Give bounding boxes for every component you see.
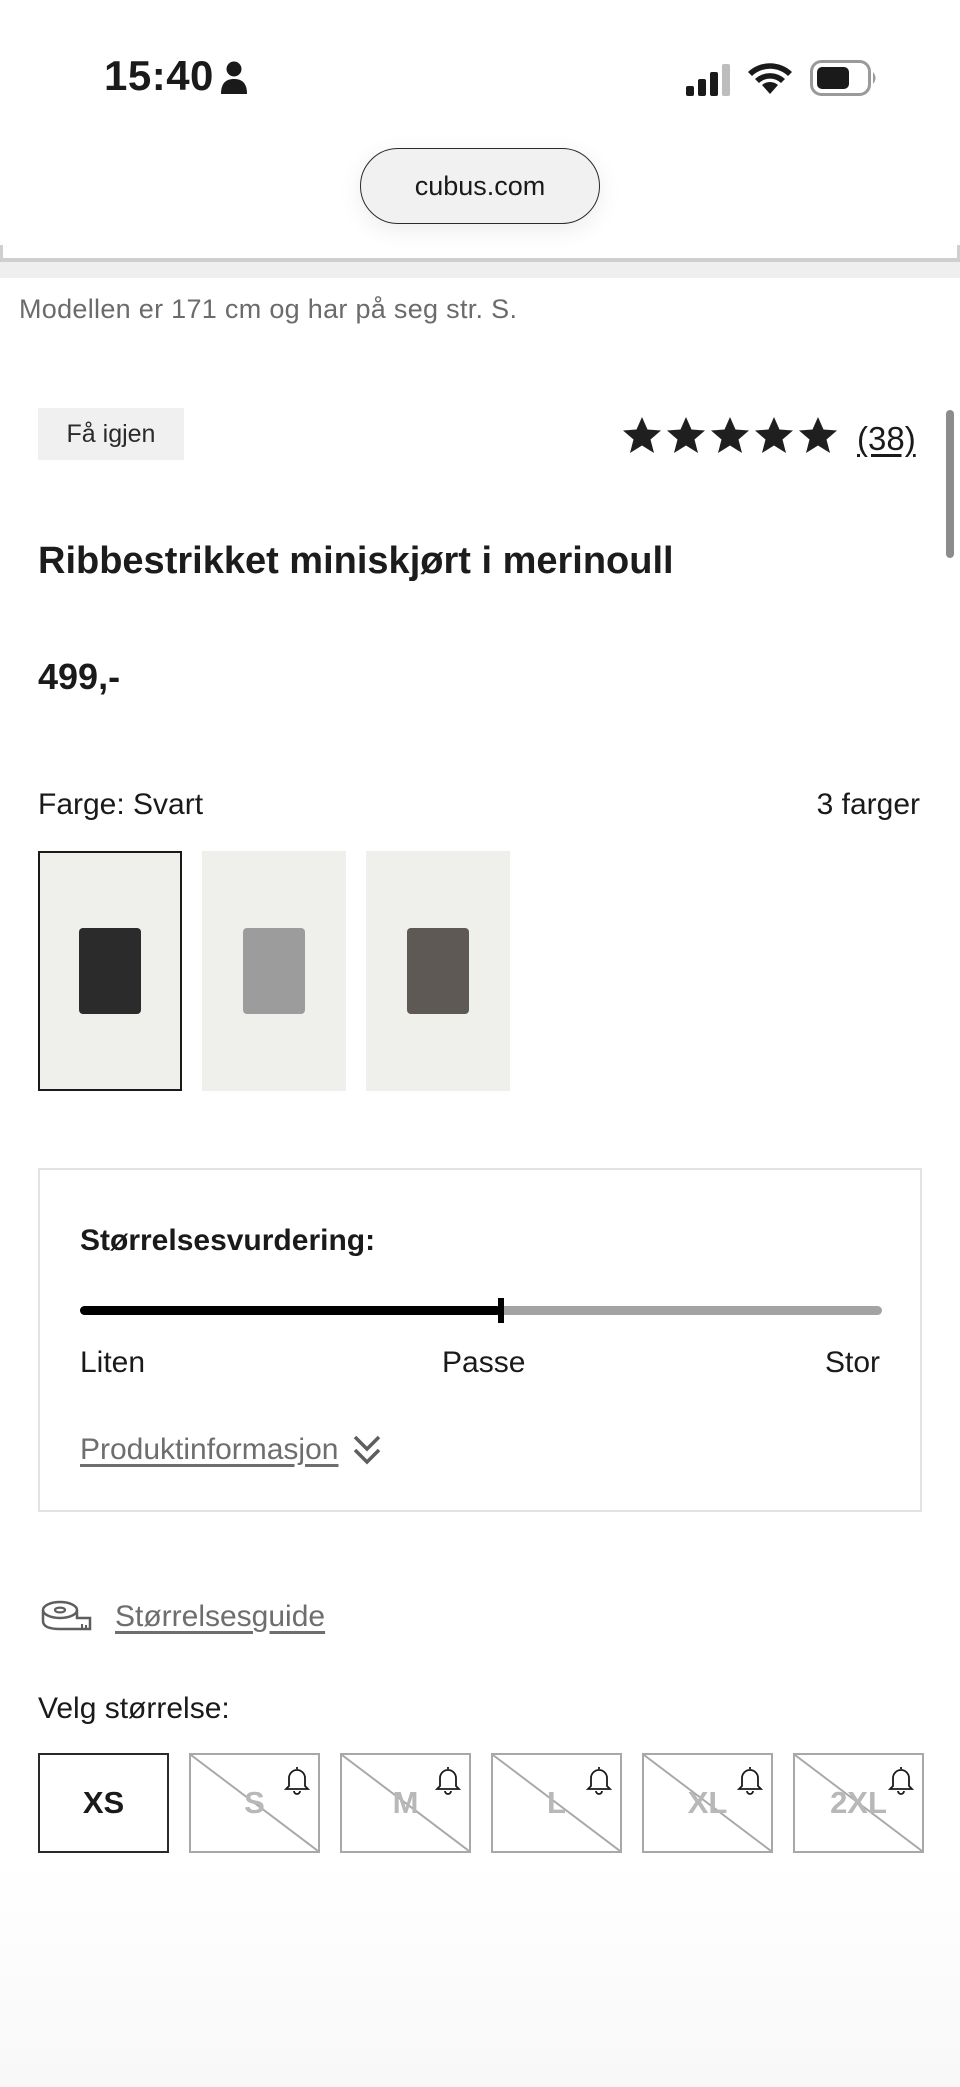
skirt-thumbnail	[243, 928, 305, 1014]
color-label: Farge: Svart	[38, 788, 204, 821]
size-label: M	[392, 1785, 419, 1820]
color-swatch-black[interactable]	[38, 851, 182, 1091]
page-bottom-area	[0, 1860, 960, 2087]
size-label: 2XL	[830, 1785, 887, 1820]
measuring-tape-icon	[41, 1600, 92, 1631]
browser-address-bar-area: cubus.com	[0, 140, 960, 262]
status-time: 15:40	[104, 52, 214, 99]
scrollbar[interactable]	[946, 410, 954, 558]
skirt-thumbnail	[79, 928, 141, 1014]
battery-icon	[810, 60, 876, 96]
star-icon	[799, 417, 837, 453]
size-select-label: Velg størrelse:	[38, 1692, 230, 1725]
status-bar: 15:40	[0, 0, 960, 140]
rating-stars[interactable]	[622, 416, 838, 454]
star-icon	[667, 417, 705, 453]
size-label: XS	[82, 1785, 125, 1820]
star-icon	[755, 417, 793, 453]
product-info-toggle[interactable]: Produktinformasjon	[80, 1432, 384, 1468]
size-guide-link[interactable]: Størrelsesguide	[115, 1600, 325, 1634]
size-option-m[interactable]: M	[340, 1753, 471, 1853]
size-rating-box: Størrelsesvurdering: Liten Passe Stor Pr…	[38, 1168, 922, 1512]
person-icon	[221, 61, 247, 94]
size-label: S	[244, 1785, 265, 1820]
size-rating-fill	[80, 1306, 502, 1315]
size-rating-bar	[80, 1298, 882, 1323]
cellular-signal-icon	[686, 64, 730, 96]
back-in-stock-badge: Få igjen	[38, 408, 184, 460]
bell-icon[interactable]	[284, 1765, 310, 1795]
star-icon	[711, 417, 749, 453]
size-option-2xl[interactable]: 2XL	[793, 1753, 924, 1853]
color-swatch-grey[interactable]	[202, 851, 346, 1091]
color-swatch-brown[interactable]	[366, 851, 510, 1091]
skirt-thumbnail	[407, 928, 469, 1014]
double-chevron-down-icon	[354, 1435, 381, 1465]
image-bottom-edge	[0, 262, 960, 278]
size-option-xl[interactable]: XL	[642, 1753, 773, 1853]
size-option-s[interactable]: S	[189, 1753, 320, 1853]
size-rating-title: Størrelsesvurdering:	[80, 1224, 376, 1257]
size-rating-fit-label: Passe	[442, 1346, 526, 1379]
wifi-icon	[748, 63, 792, 94]
product-title: Ribbestrikket miniskjørt i merinoull	[38, 540, 674, 582]
url-pill[interactable]: cubus.com	[360, 148, 600, 224]
product-info-link: Produktinformasjon	[80, 1433, 339, 1466]
size-option-l[interactable]: L	[491, 1753, 622, 1853]
bell-icon[interactable]	[737, 1765, 763, 1795]
model-note: Modellen er 171 cm og har på seg str. S.	[19, 294, 518, 324]
size-rating-large-label: Stor	[824, 1346, 880, 1379]
size-option-xs[interactable]: XS	[38, 1753, 169, 1853]
size-rating-marker	[498, 1298, 505, 1323]
size-rating-small-label: Liten	[80, 1346, 146, 1379]
product-price: 499,-	[38, 656, 121, 697]
size-label: XL	[687, 1785, 728, 1820]
star-icon	[623, 417, 661, 453]
size-label: L	[547, 1785, 566, 1820]
bell-icon[interactable]	[435, 1765, 461, 1795]
bell-icon[interactable]	[888, 1765, 914, 1795]
size-options: XS S M L XL 2XL	[38, 1753, 924, 1853]
bell-icon[interactable]	[586, 1765, 612, 1795]
review-count-link[interactable]: (38)	[857, 420, 916, 458]
color-count: 3 farger	[816, 788, 920, 821]
